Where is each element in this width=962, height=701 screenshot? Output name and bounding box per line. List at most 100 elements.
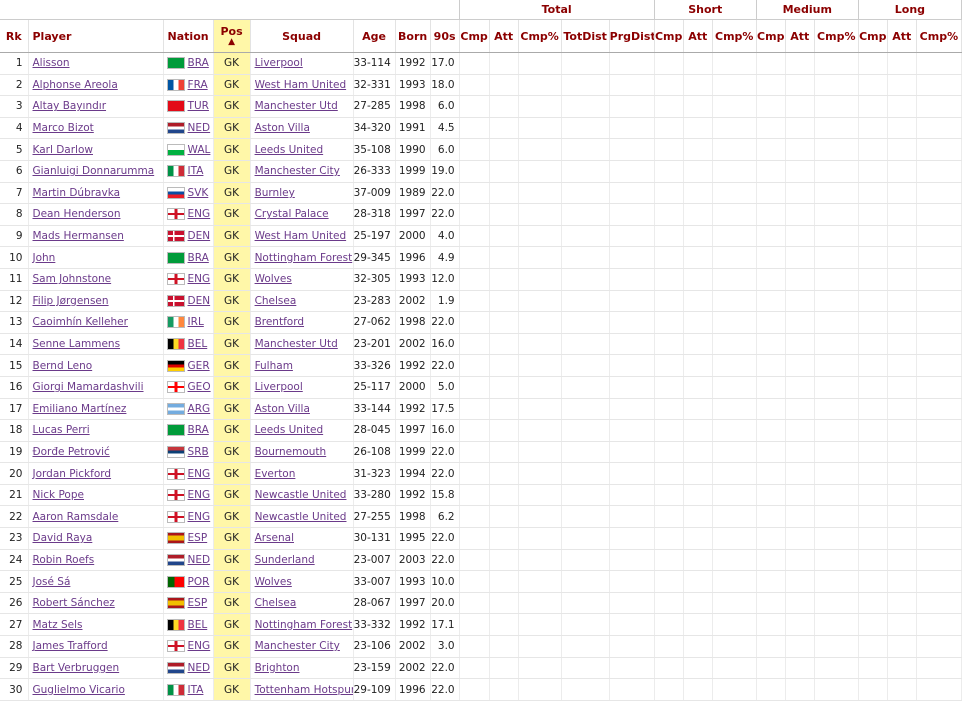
col-header-total-cmp-pct[interactable]: Cmp% — [518, 19, 562, 53]
squad-link[interactable]: West Ham United — [255, 230, 347, 242]
nation-link[interactable]: GEO — [188, 381, 211, 393]
nation-link[interactable]: NED — [188, 122, 211, 134]
squad-link[interactable]: Leeds United — [255, 424, 324, 436]
nation-link[interactable]: DEN — [188, 295, 211, 307]
nation-link[interactable]: BEL — [188, 338, 208, 350]
col-header-rk[interactable]: Rk — [0, 19, 29, 53]
player-link[interactable]: Gianluigi Donnarumma — [33, 165, 155, 177]
col-header-medium-att[interactable]: Att — [785, 19, 815, 53]
nation-link[interactable]: FRA — [188, 79, 208, 91]
player-link[interactable]: Bernd Leno — [33, 360, 93, 372]
nation-link[interactable]: ITA — [188, 165, 204, 177]
col-header-total-att[interactable]: Att — [489, 19, 519, 53]
col-header-total-totdist[interactable]: TotDist — [561, 19, 610, 53]
squad-link[interactable]: Bournemouth — [255, 446, 327, 458]
nation-link[interactable]: SRB — [188, 446, 209, 458]
nation-link[interactable]: BRA — [188, 252, 209, 264]
player-link[interactable]: José Sá — [33, 576, 71, 588]
col-header-total-cmp[interactable]: Cmp — [458, 19, 490, 53]
player-link[interactable]: Sam Johnstone — [33, 273, 112, 285]
nation-link[interactable]: ENG — [188, 489, 211, 501]
nation-link[interactable]: WAL — [188, 144, 211, 156]
squad-link[interactable]: Burnley — [255, 187, 295, 199]
squad-link[interactable]: Fulham — [255, 360, 293, 372]
squad-link[interactable]: Leeds United — [255, 144, 324, 156]
player-link[interactable]: Đorđe Petrović — [33, 446, 110, 458]
squad-link[interactable]: Liverpool — [255, 57, 303, 69]
col-header-total-prgdist[interactable]: PrgDist — [609, 19, 655, 53]
squad-link[interactable]: Brentford — [255, 316, 304, 328]
squad-link[interactable]: Wolves — [255, 576, 292, 588]
squad-link[interactable]: Liverpool — [255, 381, 303, 393]
col-header-pos[interactable]: Pos ▲ — [213, 19, 251, 53]
squad-link[interactable]: Chelsea — [255, 597, 297, 609]
player-link[interactable]: Filip Jørgensen — [33, 295, 109, 307]
col-header-squad[interactable]: Squad — [250, 19, 354, 53]
nation-link[interactable]: BRA — [188, 424, 209, 436]
nation-link[interactable]: ENG — [188, 468, 211, 480]
nation-link[interactable]: IRL — [188, 316, 204, 328]
nation-link[interactable]: SVK — [188, 187, 209, 199]
player-link[interactable]: Jordan Pickford — [33, 468, 112, 480]
player-link[interactable]: Robin Roefs — [33, 554, 95, 566]
player-link[interactable]: Marco Bizot — [33, 122, 94, 134]
squad-link[interactable]: Newcastle United — [255, 489, 347, 501]
player-link[interactable]: Robert Sánchez — [33, 597, 115, 609]
squad-link[interactable]: Nottingham Forest — [255, 252, 353, 264]
squad-link[interactable]: Manchester Utd — [255, 100, 338, 112]
player-link[interactable]: Alisson — [33, 57, 70, 69]
squad-link[interactable]: Manchester City — [255, 640, 340, 652]
col-header-90s[interactable]: 90s — [430, 19, 460, 53]
nation-link[interactable]: ENG — [188, 273, 211, 285]
nation-link[interactable]: NED — [188, 662, 211, 674]
nation-link[interactable]: ITA — [188, 684, 204, 696]
col-header-nation[interactable]: Nation — [163, 19, 214, 53]
player-link[interactable]: John — [33, 252, 56, 264]
player-link[interactable]: David Raya — [33, 532, 93, 544]
nation-link[interactable]: GER — [188, 360, 210, 372]
nation-link[interactable]: ARG — [188, 403, 211, 415]
player-link[interactable]: Mads Hermansen — [33, 230, 124, 242]
player-link[interactable]: James Trafford — [33, 640, 108, 652]
squad-link[interactable]: Sunderland — [255, 554, 315, 566]
player-link[interactable]: Martin Dúbravka — [33, 187, 121, 199]
nation-link[interactable]: POR — [188, 576, 210, 588]
player-link[interactable]: Guglielmo Vicario — [33, 684, 125, 696]
nation-link[interactable]: ENG — [188, 208, 211, 220]
nation-link[interactable]: NED — [188, 554, 211, 566]
squad-link[interactable]: Manchester Utd — [255, 338, 338, 350]
nation-link[interactable]: BEL — [188, 619, 208, 631]
nation-link[interactable]: BRA — [188, 57, 209, 69]
nation-link[interactable]: TUR — [188, 100, 209, 112]
col-header-long-att[interactable]: Att — [887, 19, 917, 53]
squad-link[interactable]: West Ham United — [255, 79, 347, 91]
col-header-age[interactable]: Age — [353, 19, 396, 53]
col-header-born[interactable]: Born — [395, 19, 431, 53]
squad-link[interactable]: Aston Villa — [255, 403, 310, 415]
col-header-long-cmp[interactable]: Cmp — [857, 19, 888, 53]
col-header-short-att[interactable]: Att — [683, 19, 713, 53]
squad-link[interactable]: Aston Villa — [255, 122, 310, 134]
player-link[interactable]: Dean Henderson — [33, 208, 121, 220]
squad-link[interactable]: Brighton — [255, 662, 300, 674]
nation-link[interactable]: ESP — [188, 532, 208, 544]
squad-link[interactable]: Manchester City — [255, 165, 340, 177]
player-link[interactable]: Senne Lammens — [33, 338, 121, 350]
squad-link[interactable]: Crystal Palace — [255, 208, 329, 220]
player-link[interactable]: Alphonse Areola — [33, 79, 118, 91]
player-link[interactable]: Emiliano Martínez — [33, 403, 127, 415]
col-header-short-cmp-pct[interactable]: Cmp% — [712, 19, 757, 53]
col-header-long-cmp-pct[interactable]: Cmp% — [916, 19, 962, 53]
col-header-medium-cmp[interactable]: Cmp — [755, 19, 786, 53]
col-header-short-cmp[interactable]: Cmp — [653, 19, 684, 53]
player-link[interactable]: Bart Verbruggen — [33, 662, 120, 674]
player-link[interactable]: Altay Bayındır — [33, 100, 107, 112]
col-header-medium-cmp-pct[interactable]: Cmp% — [814, 19, 859, 53]
nation-link[interactable]: DEN — [188, 230, 211, 242]
nation-link[interactable]: ESP — [188, 597, 208, 609]
player-link[interactable]: Aaron Ramsdale — [33, 511, 119, 523]
squad-link[interactable]: Wolves — [255, 273, 292, 285]
nation-link[interactable]: ENG — [188, 511, 211, 523]
squad-link[interactable]: Nottingham Forest — [255, 619, 353, 631]
player-link[interactable]: Giorgi Mamardashvili — [33, 381, 144, 393]
